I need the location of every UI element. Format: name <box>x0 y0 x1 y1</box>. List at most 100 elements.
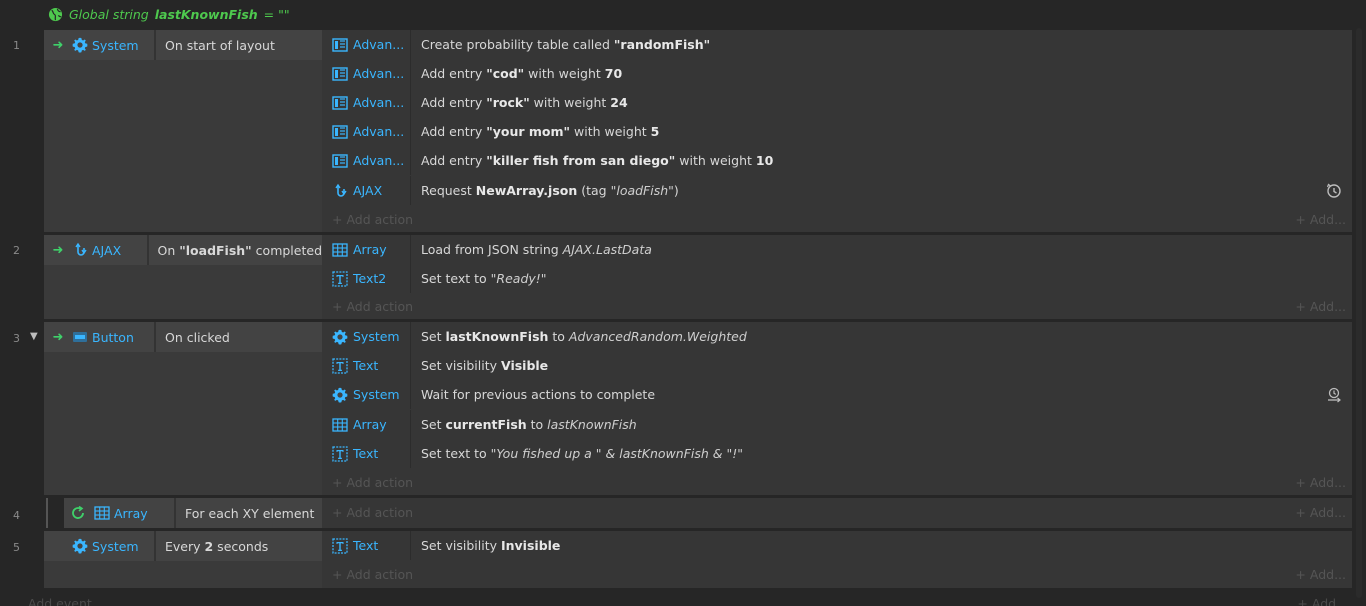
array-icon <box>94 505 110 521</box>
action-row[interactable]: System Wait for previous actions to comp… <box>322 380 1352 409</box>
actions-block[interactable]: Array Load from JSON string AJAX.LastDat… <box>322 235 1352 319</box>
gear-icon <box>72 37 88 53</box>
text-icon <box>332 538 348 554</box>
action-row[interactable]: Advan... Create probability table called… <box>322 30 1352 59</box>
action-text: Wait for previous actions to complete <box>421 387 656 402</box>
action-row[interactable]: Advan... Add entry "killer fish from san… <box>322 146 1352 175</box>
condition-block[interactable]: ➜ System On start of layout <box>44 30 322 232</box>
add-action-link[interactable]: + Add action <box>332 475 413 490</box>
array-icon <box>332 417 348 433</box>
action-row[interactable]: AJAX Request NewArray.json (tag "loadFis… <box>322 176 1352 205</box>
add-action-link[interactable]: + Add action <box>332 505 413 520</box>
condition-text: Every 2 seconds <box>165 538 269 554</box>
event-number: 2 <box>13 244 20 257</box>
action-object: Advan... <box>353 95 405 110</box>
action-text: Set text to "Ready!" <box>421 271 547 286</box>
action-object: System <box>353 387 400 402</box>
action-text: Create probability table called "randomF… <box>421 37 711 52</box>
condition-text: On "loadFish" completed <box>157 242 323 258</box>
button-icon <box>72 329 88 345</box>
global-var-prefix: Global string <box>69 6 149 22</box>
global-variable[interactable]: Global string lastKnownFish = "" <box>48 3 290 25</box>
condition-block[interactable]: ➜ System Every 2 seconds <box>44 531 322 588</box>
scrollbar[interactable] <box>1355 28 1363 598</box>
action-text: Add entry "rock" with weight 24 <box>421 95 628 110</box>
sub-event-indent <box>46 498 48 528</box>
event-3[interactable]: 3 ▼ ➜ Button On clicked System Set lastK… <box>0 322 1366 495</box>
add-action-link[interactable]: + Add action <box>332 567 413 582</box>
action-row[interactable]: Text2 Set text to "Ready!" <box>322 264 1352 293</box>
action-row[interactable]: Text Set text to "You fished up a " & la… <box>322 439 1352 468</box>
action-row[interactable]: Text Set visibility Invisible <box>322 531 1352 560</box>
event-5[interactable]: 5 ➜ System Every 2 seconds Text Set visi… <box>0 531 1366 588</box>
condition-object: System <box>92 37 139 53</box>
actions-block[interactable]: Text Set visibility Invisible + Add acti… <box>322 531 1352 588</box>
add-event-link[interactable]: Add event <box>28 596 92 606</box>
action-text: Load from JSON string AJAX.LastData <box>421 242 652 257</box>
action-object: Text <box>353 446 379 461</box>
global-var-name: lastKnownFish <box>154 6 258 22</box>
trigger-arrow-icon: ➜ <box>52 37 64 53</box>
action-row[interactable]: Advan... Add entry "your mom" with weigh… <box>322 117 1352 146</box>
add-short-link[interactable]: + Add... <box>1295 505 1346 520</box>
collapse-arrow-icon[interactable]: ▼ <box>30 331 38 342</box>
action-text: Request NewArray.json (tag "loadFish") <box>421 183 679 198</box>
globe-icon <box>48 7 63 22</box>
actions-block[interactable]: + Add action + Add... <box>322 498 1352 528</box>
gear-icon <box>332 387 348 403</box>
event-2[interactable]: 2 ➜ AJAX On "loadFish" completed Array L… <box>0 235 1366 319</box>
event-1[interactable]: 1 ➜ System On start of layout Advan... C… <box>0 30 1366 232</box>
event-number: 5 <box>13 541 20 554</box>
condition-text: On start of layout <box>165 37 275 53</box>
action-text: Set currentFish to lastKnownFish <box>421 417 637 432</box>
action-row[interactable]: Advan... Add entry "cod" with weight 70 <box>322 59 1352 88</box>
add-short-link[interactable]: + Add... <box>1295 299 1346 314</box>
add-event-right-link[interactable]: + Add... <box>1297 596 1348 606</box>
condition-row[interactable]: Array For each XY element <box>64 498 322 528</box>
action-text: Set visibility Invisible <box>421 538 561 553</box>
action-object: Text2 <box>353 271 387 286</box>
action-text: Set visibility Visible <box>421 358 549 373</box>
actions-block[interactable]: Advan... Create probability table called… <box>322 30 1352 232</box>
action-text: Add entry "killer fish from san diego" w… <box>421 153 774 168</box>
add-short-link[interactable]: + Add... <box>1295 567 1346 582</box>
condition-row[interactable]: ➜ System Every 2 seconds <box>44 531 322 561</box>
advanced-random-icon <box>332 124 348 140</box>
condition-block[interactable]: ➜ Button On clicked <box>44 322 322 495</box>
condition-row[interactable]: ➜ AJAX On "loadFish" completed <box>44 235 322 265</box>
action-object: Array <box>353 242 387 257</box>
condition-block[interactable]: Array For each XY element <box>64 498 322 528</box>
gear-icon <box>72 538 88 554</box>
condition-row[interactable]: ➜ Button On clicked <box>44 322 322 352</box>
text-icon <box>332 446 348 462</box>
action-object: Advan... <box>353 66 405 81</box>
action-object: Advan... <box>353 124 405 139</box>
action-row[interactable]: Array Load from JSON string AJAX.LastDat… <box>322 235 1352 264</box>
add-action-link[interactable]: + Add action <box>332 212 413 227</box>
event-number: 3 <box>13 332 20 345</box>
loop-icon <box>70 505 86 521</box>
add-action-link[interactable]: + Add action <box>332 299 413 314</box>
text-icon <box>332 271 348 287</box>
condition-object: AJAX <box>92 242 122 258</box>
condition-object: Array <box>114 505 148 521</box>
condition-object: System <box>92 538 139 554</box>
add-short-link[interactable]: + Add... <box>1295 475 1346 490</box>
action-row[interactable]: Text Set visibility Visible <box>322 351 1352 380</box>
action-object: System <box>353 329 400 344</box>
condition-block[interactable]: ➜ AJAX On "loadFish" completed <box>44 235 322 319</box>
event-number: 4 <box>13 509 20 522</box>
event-4[interactable]: 4 Array For each XY element + Add action… <box>0 498 1366 528</box>
action-row[interactable]: System Set lastKnownFish to AdvancedRand… <box>322 322 1352 351</box>
condition-row[interactable]: ➜ System On start of layout <box>44 30 322 60</box>
action-row[interactable]: Advan... Add entry "rock" with weight 24 <box>322 88 1352 117</box>
add-short-link[interactable]: + Add... <box>1295 212 1346 227</box>
action-object: Text <box>353 538 379 553</box>
action-object: Array <box>353 417 387 432</box>
condition-text: For each XY element <box>185 505 315 521</box>
advanced-random-icon <box>332 66 348 82</box>
advanced-random-icon <box>332 153 348 169</box>
actions-block[interactable]: System Set lastKnownFish to AdvancedRand… <box>322 322 1352 495</box>
event-number: 1 <box>13 39 20 52</box>
action-row[interactable]: Array Set currentFish to lastKnownFish <box>322 410 1352 439</box>
